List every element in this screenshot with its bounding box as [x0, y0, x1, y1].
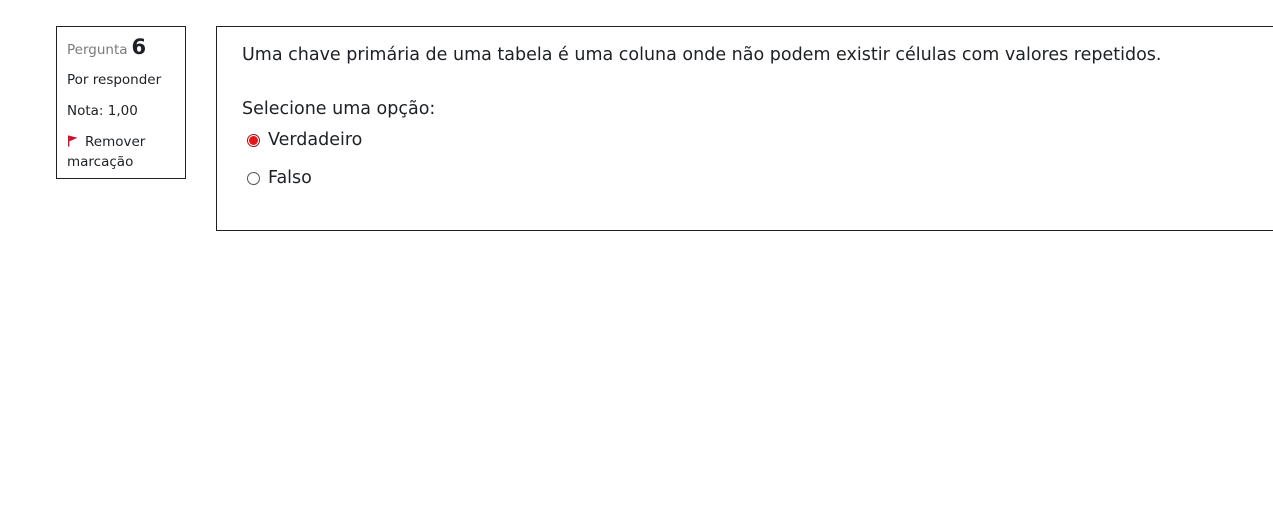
question-info-panel: Pergunta 6 Por responder Nota: 1,00 Remo… — [56, 26, 186, 179]
question-number-value: 6 — [131, 35, 147, 59]
radio-falso[interactable] — [247, 171, 260, 185]
question-text: Uma chave primária de uma tabela é uma c… — [242, 45, 1162, 65]
answer-prompt: Selecione uma opção: — [242, 99, 436, 119]
question-content: Uma chave primária de uma tabela é uma c… — [216, 26, 1273, 231]
question-state: Por responder — [67, 72, 162, 88]
flag-icon — [67, 133, 79, 147]
radio-verdadeiro[interactable] — [247, 133, 260, 147]
option-verdadeiro[interactable]: Verdadeiro — [247, 128, 1260, 152]
option-verdadeiro-label: Verdadeiro — [268, 130, 363, 150]
option-falso-label: Falso — [268, 168, 312, 188]
question-number: Pergunta 6 — [67, 35, 175, 59]
remove-flag-link[interactable]: Remover marcação — [67, 132, 175, 172]
question-label: Pergunta — [67, 42, 128, 58]
option-falso[interactable]: Falso — [247, 166, 1260, 190]
question-grade: Nota: 1,00 — [67, 103, 138, 119]
